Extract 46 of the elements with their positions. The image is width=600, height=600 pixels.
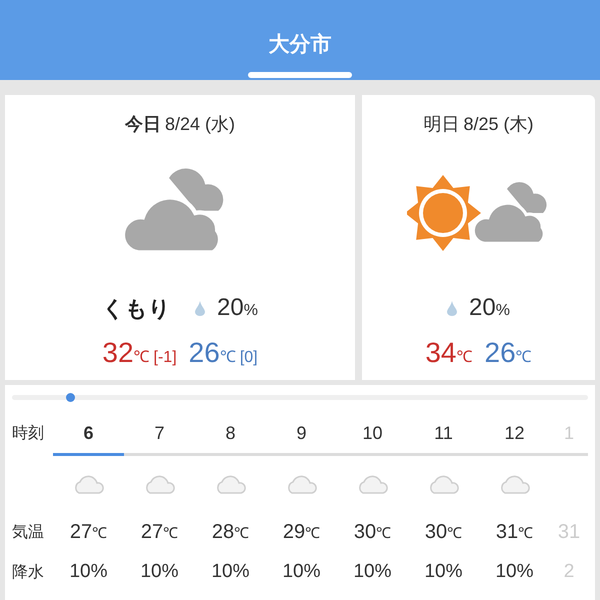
- hour-tab[interactable]: 9: [266, 416, 337, 456]
- cloud-icon: [144, 473, 176, 495]
- low-temperature: 26℃ [0]: [188, 336, 258, 370]
- cloud-icon: [428, 473, 460, 495]
- cloud-icon: [214, 473, 246, 495]
- hour-tab[interactable]: 12: [479, 416, 550, 456]
- hourly-temperature: 27℃: [140, 520, 178, 545]
- rain-chance: 20%: [217, 293, 258, 323]
- day-label: 明日: [423, 113, 460, 136]
- hour-tab[interactable]: 6: [53, 416, 124, 456]
- hourly-temperature: 28℃: [212, 520, 250, 545]
- hourly-rain-chance: 10%: [353, 560, 392, 584]
- hourly-rain-chance: 10%: [424, 560, 463, 584]
- row-label: 時刻: [12, 422, 45, 444]
- cloud-icon: [72, 473, 104, 495]
- raindrop-icon: [447, 300, 458, 316]
- hour-tab[interactable]: 10: [337, 416, 408, 456]
- row-label: 降水: [12, 561, 45, 583]
- hour-tab[interactable]: 11: [408, 416, 479, 456]
- hourly-rain-chance: 10%: [282, 560, 321, 584]
- hourly-rain-chance: 10%: [69, 560, 108, 584]
- rain-chance: 20%: [469, 293, 510, 323]
- cloud-icon: [498, 473, 530, 495]
- hourly-temperature: 29℃: [282, 520, 320, 545]
- date-label: 8/24 (水): [164, 113, 236, 136]
- high-temperature: 32℃ [-1]: [102, 336, 177, 370]
- low-temperature: 26℃: [484, 336, 532, 370]
- hourly-rain-chance: 10%: [211, 560, 250, 584]
- hourly-rain-chance: 10%: [495, 560, 534, 584]
- hour-tab[interactable]: 8: [195, 416, 266, 456]
- day-label: 今日: [124, 113, 161, 136]
- hourly-rain-chance: 10%: [140, 560, 179, 584]
- hourly-temperature: 30℃: [354, 520, 392, 545]
- hourly-temperature: 30℃: [424, 520, 462, 545]
- hour-tab[interactable]: 7: [124, 416, 195, 456]
- cloud-icon: [356, 473, 388, 495]
- condition-text: くもり: [102, 294, 172, 322]
- timeline-handle[interactable]: [66, 393, 75, 402]
- hourly-temperature: 31℃: [496, 520, 534, 545]
- row-label: 気温: [12, 521, 45, 543]
- raindrop-icon: [195, 300, 206, 316]
- cloud-icon: [286, 473, 318, 495]
- high-temperature: 34℃: [425, 336, 472, 370]
- hourly-temperature: 27℃: [70, 520, 108, 545]
- city-title: 大分市: [268, 30, 332, 58]
- date-label: 8/25 (木): [463, 113, 534, 136]
